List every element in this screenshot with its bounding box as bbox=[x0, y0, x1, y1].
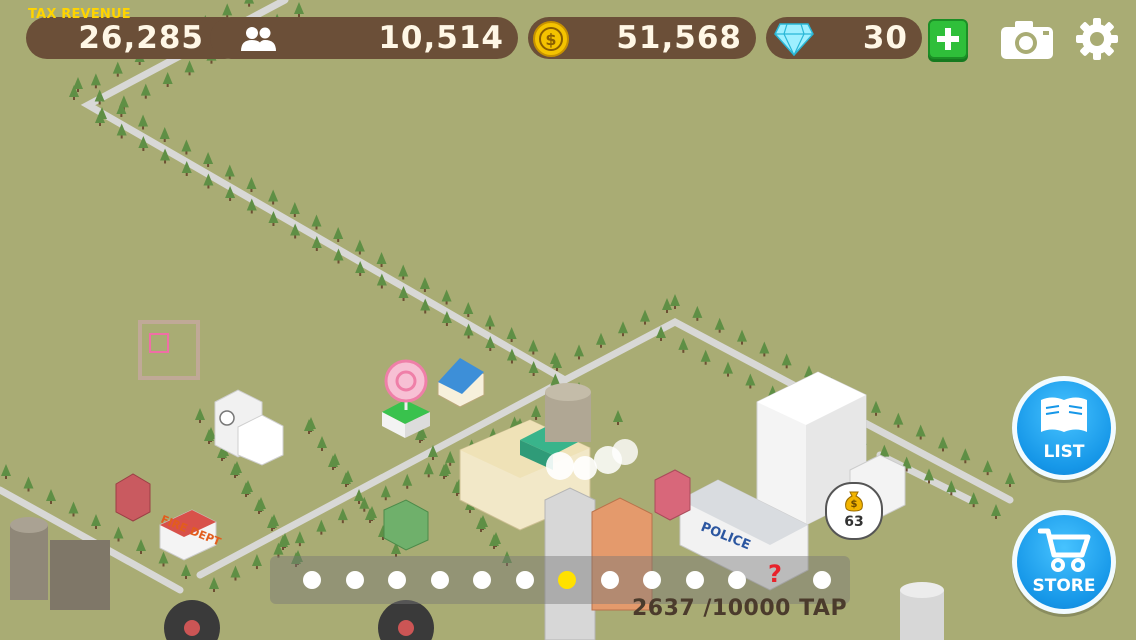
page-dot[interactable] bbox=[685, 571, 704, 589]
red-brick-building[interactable] bbox=[115, 473, 151, 522]
page-dot[interactable] bbox=[728, 571, 746, 589]
page-dot[interactable] bbox=[813, 571, 831, 589]
store-button[interactable]: STORE bbox=[1012, 510, 1116, 614]
income-amount: 63 bbox=[844, 514, 864, 530]
tap-counter: 2637 /10000 TAP bbox=[632, 596, 848, 621]
page-dot[interactable] bbox=[388, 571, 406, 589]
round-tower-right[interactable] bbox=[900, 582, 944, 640]
camera-icon[interactable] bbox=[999, 18, 1055, 62]
book-icon bbox=[1041, 397, 1087, 432]
game-screen: POLICE FIRE DEPT TAX REVENUE 26,285 10,5… bbox=[0, 0, 1136, 640]
page-dot[interactable] bbox=[600, 571, 619, 589]
tax-revenue-value: 26,285 bbox=[78, 20, 204, 56]
page-dot[interactable] bbox=[303, 571, 321, 589]
add-gems-button[interactable] bbox=[928, 19, 968, 59]
svg-text:$: $ bbox=[851, 499, 858, 510]
diamond-icon bbox=[774, 23, 814, 56]
coin-icon: $ bbox=[533, 21, 569, 57]
page-dot[interactable] bbox=[473, 571, 491, 589]
pink-house[interactable] bbox=[654, 469, 691, 521]
store-label: STORE bbox=[1032, 576, 1096, 596]
stone-tower[interactable] bbox=[545, 383, 591, 442]
city-map[interactable]: POLICE FIRE DEPT bbox=[0, 0, 1136, 640]
round-tower-left[interactable] bbox=[10, 517, 110, 610]
page-dot[interactable] bbox=[345, 571, 364, 589]
plus-icon bbox=[937, 28, 959, 50]
population-value: 10,514 bbox=[378, 20, 504, 56]
blue-roof-house[interactable] bbox=[437, 358, 485, 408]
list-button[interactable]: LIST bbox=[1012, 376, 1116, 480]
income-bubble[interactable]: $ 63 bbox=[825, 482, 883, 540]
record-disc-left[interactable] bbox=[164, 600, 220, 640]
page-dot[interactable] bbox=[643, 571, 661, 589]
unknown-page-indicator: ? bbox=[768, 560, 782, 588]
people-icon bbox=[241, 27, 276, 51]
page-dot[interactable] bbox=[558, 571, 576, 589]
record-disc-right[interactable] bbox=[378, 600, 434, 640]
green-house[interactable] bbox=[383, 499, 429, 551]
list-label: LIST bbox=[1043, 442, 1085, 462]
cart-icon bbox=[1038, 528, 1091, 572]
gems-value: 30 bbox=[862, 20, 908, 56]
page-dot[interactable] bbox=[515, 571, 534, 589]
svg-text:$: $ bbox=[545, 30, 556, 49]
page-dot[interactable] bbox=[430, 571, 449, 589]
gear-icon[interactable] bbox=[1074, 16, 1120, 62]
money-bag-icon: $ bbox=[845, 491, 863, 512]
fire-station[interactable]: FIRE DEPT bbox=[159, 509, 223, 561]
lollipop-shop[interactable] bbox=[382, 359, 430, 438]
coins-value: 51,568 bbox=[616, 20, 742, 56]
plot-marker-inner bbox=[149, 333, 169, 353]
